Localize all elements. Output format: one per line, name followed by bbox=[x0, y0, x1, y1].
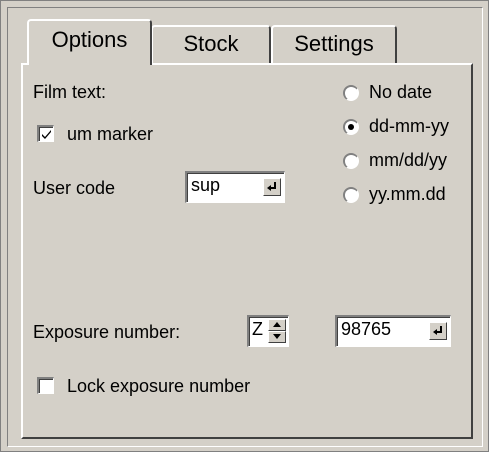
tab-options[interactable]: Options bbox=[27, 19, 152, 65]
tab-settings-label: Settings bbox=[294, 31, 374, 56]
enter-arrow-icon bbox=[433, 326, 442, 335]
chevron-down-icon bbox=[273, 334, 281, 339]
tab-settings[interactable]: Settings bbox=[271, 25, 397, 63]
radio-yy-mm-dd[interactable] bbox=[343, 187, 359, 203]
radio-no-date[interactable] bbox=[343, 85, 359, 101]
user-code-enter-button[interactable] bbox=[263, 178, 281, 196]
exposure-prefix-value: Z bbox=[252, 319, 263, 339]
chevron-up-icon bbox=[273, 322, 281, 327]
checkmark-icon bbox=[42, 130, 51, 139]
radio-yy-mm-dd-label[interactable]: yy.mm.dd bbox=[369, 183, 446, 205]
radio-no-date-label[interactable]: No date bbox=[369, 81, 432, 103]
exposure-prefix-spinner[interactable] bbox=[268, 319, 286, 343]
film-text-label: Film text: bbox=[33, 82, 107, 102]
tab-stock-label: Stock bbox=[183, 31, 239, 56]
tab-stock[interactable]: Stock bbox=[151, 25, 271, 63]
enter-arrow-icon bbox=[267, 182, 276, 191]
user-code-value: sup bbox=[191, 175, 221, 195]
spin-down-button[interactable] bbox=[268, 331, 286, 343]
exposure-number-field[interactable]: 98765 bbox=[335, 315, 451, 347]
user-code-label: User code bbox=[33, 178, 116, 198]
tab-options-label: Options bbox=[51, 27, 128, 52]
spin-up-button[interactable] bbox=[268, 319, 286, 331]
exposure-enter-button[interactable] bbox=[429, 322, 447, 340]
radio-dd-mm-yy-label[interactable]: dd-mm-yy bbox=[369, 115, 449, 137]
exposure-number-value: 98765 bbox=[341, 319, 392, 339]
lock-exposure-label[interactable]: Lock exposure number bbox=[67, 375, 250, 397]
options-dialog: Options Stock Settings Film text: um mar… bbox=[0, 0, 489, 452]
options-panel: Film text: um marker User code sup No da… bbox=[21, 63, 473, 439]
exposure-prefix-field[interactable]: Z bbox=[247, 315, 289, 347]
um-marker-label[interactable]: um marker bbox=[67, 123, 153, 145]
um-marker-checkbox[interactable] bbox=[37, 125, 54, 142]
user-code-field[interactable]: sup bbox=[185, 171, 285, 203]
radio-selected-dot bbox=[348, 124, 354, 130]
radio-mm-dd-yy[interactable] bbox=[343, 153, 359, 169]
lock-exposure-checkbox[interactable] bbox=[37, 377, 54, 394]
radio-dd-mm-yy[interactable] bbox=[343, 119, 359, 135]
radio-mm-dd-yy-label[interactable]: mm/dd/yy bbox=[369, 149, 447, 171]
exposure-number-label: Exposure number: bbox=[33, 322, 181, 342]
